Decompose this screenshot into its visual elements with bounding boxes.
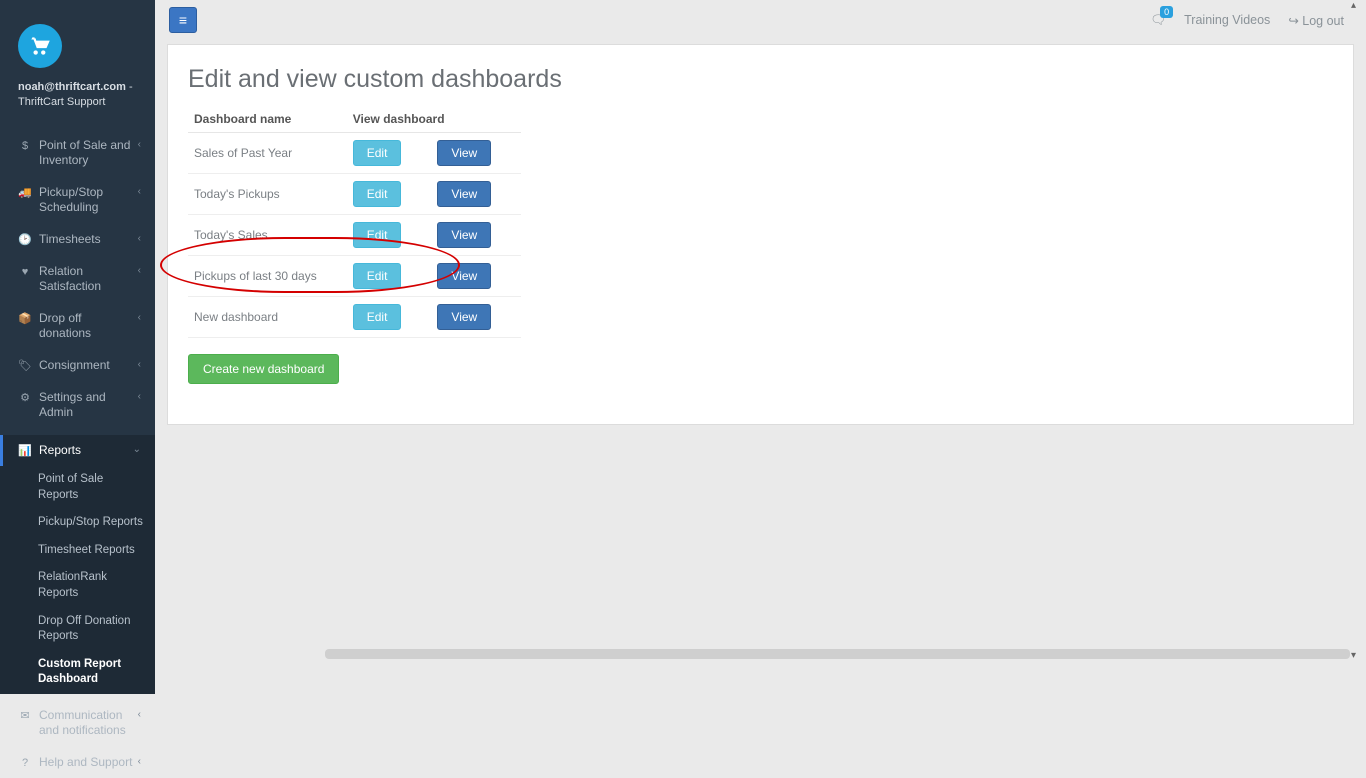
notif-badge: 0 bbox=[1160, 6, 1173, 18]
edit-button[interactable]: Edit bbox=[353, 263, 402, 289]
chevron-left-icon: ‹ bbox=[138, 358, 141, 371]
dashboard-name-cell: Today's Sales bbox=[188, 215, 347, 256]
page-title: Edit and view custom dashboards bbox=[188, 65, 1333, 94]
dollar-icon: $ bbox=[18, 139, 32, 153]
view-button[interactable]: View bbox=[437, 140, 491, 166]
nav-settings[interactable]: ⚙ Settings and Admin ‹ bbox=[0, 382, 155, 429]
nav-pos[interactable]: $ Point of Sale and Inventory ‹ bbox=[0, 130, 155, 177]
subnav-relationrank-reports[interactable]: RelationRank Reports bbox=[0, 564, 155, 607]
user-role: ThriftCart Support bbox=[18, 96, 105, 108]
chevron-left-icon: ‹ bbox=[138, 232, 141, 245]
nav-label: Settings and Admin bbox=[39, 390, 134, 421]
col-dashboard-name: Dashboard name bbox=[188, 106, 347, 133]
reports-subnav: Point of Sale Reports Pickup/Stop Report… bbox=[0, 466, 155, 693]
nav-label: Timesheets bbox=[39, 232, 134, 248]
nav-label: Relation Satisfaction bbox=[39, 264, 134, 295]
nav-label: Reports bbox=[39, 443, 129, 459]
nav-label: Help and Support bbox=[39, 755, 134, 771]
nav-label: Point of Sale and Inventory bbox=[39, 138, 134, 169]
table-row: Pickups of last 30 days Edit View bbox=[188, 256, 521, 297]
nav-label: Communication and notifications bbox=[39, 708, 134, 739]
clock-icon: 🕑 bbox=[18, 233, 32, 247]
heart-icon: ♥ bbox=[18, 265, 32, 279]
dashboard-name-cell: Pickups of last 30 days bbox=[188, 256, 347, 297]
col-view-dashboard: View dashboard bbox=[347, 106, 521, 133]
sidebar: noah@thriftcart.com - ThriftCart Support… bbox=[0, 0, 155, 661]
table-row: Today's Pickups Edit View bbox=[188, 174, 521, 215]
chevron-left-icon: ‹ bbox=[138, 138, 141, 151]
dashboard-name-cell: Today's Pickups bbox=[188, 174, 347, 215]
nav-label: Drop off donations bbox=[39, 311, 134, 342]
subnav-timesheet-reports[interactable]: Timesheet Reports bbox=[0, 537, 155, 565]
tag-icon: 🏷 bbox=[18, 359, 32, 373]
chevron-left-icon: ‹ bbox=[138, 264, 141, 277]
subnav-custom-dashboard[interactable]: Custom Report Dashboard bbox=[0, 651, 155, 694]
chevron-left-icon: ‹ bbox=[138, 755, 141, 768]
chart-icon: 📊 bbox=[18, 444, 32, 458]
nav-consignment[interactable]: 🏷 Consignment ‹ bbox=[0, 350, 155, 382]
table-row: New dashboard Edit View bbox=[188, 297, 521, 338]
logo-icon bbox=[18, 24, 62, 68]
view-button[interactable]: View bbox=[437, 181, 491, 207]
chevron-left-icon: ‹ bbox=[138, 185, 141, 198]
subnav-pickup-reports[interactable]: Pickup/Stop Reports bbox=[0, 509, 155, 537]
box-icon: 📦 bbox=[18, 312, 32, 326]
nav: $ Point of Sale and Inventory ‹ 🚚 Pickup… bbox=[0, 130, 155, 778]
nav-reports[interactable]: 📊 Reports ⌄ bbox=[0, 435, 155, 467]
main: ≡ 🗨 0 Training Videos ↪ Log out Edit and… bbox=[155, 0, 1366, 661]
edit-button[interactable]: Edit bbox=[353, 140, 402, 166]
nav-relation[interactable]: ♥ Relation Satisfaction ‹ bbox=[0, 256, 155, 303]
topbar-right: 🗨 0 Training Videos ↪ Log out bbox=[1150, 13, 1344, 28]
nav-label: Consignment bbox=[39, 358, 134, 374]
dashboards-table: Dashboard name View dashboard Sales of P… bbox=[188, 106, 521, 338]
chevron-down-icon: ⌄ bbox=[133, 443, 141, 456]
truck-icon: 🚚 bbox=[18, 186, 32, 200]
help-icon: ? bbox=[18, 756, 32, 770]
user-email: noah@thriftcart.com bbox=[18, 81, 126, 93]
dashboard-name-cell: New dashboard bbox=[188, 297, 347, 338]
nav-communication[interactable]: ✉ Communication and notifications ‹ bbox=[0, 700, 155, 747]
edit-button[interactable]: Edit bbox=[353, 222, 402, 248]
nav-pickup[interactable]: 🚚 Pickup/Stop Scheduling ‹ bbox=[0, 177, 155, 224]
table-row: Sales of Past Year Edit View bbox=[188, 133, 521, 174]
training-videos-link[interactable]: Training Videos bbox=[1184, 13, 1270, 27]
content-card: Edit and view custom dashboards Dashboar… bbox=[167, 44, 1354, 425]
logo-block bbox=[0, 0, 155, 76]
nav-dropoff[interactable]: 📦 Drop off donations ‹ bbox=[0, 303, 155, 350]
edit-button[interactable]: Edit bbox=[353, 304, 402, 330]
subnav-pos-reports[interactable]: Point of Sale Reports bbox=[0, 466, 155, 509]
nav-timesheets[interactable]: 🕑 Timesheets ‹ bbox=[0, 224, 155, 256]
view-button[interactable]: View bbox=[437, 304, 491, 330]
logout-label: Log out bbox=[1302, 14, 1344, 28]
view-button[interactable]: View bbox=[437, 263, 491, 289]
subnav-dropoff-reports[interactable]: Drop Off Donation Reports bbox=[0, 608, 155, 651]
nav-help[interactable]: ? Help and Support ‹ bbox=[0, 747, 155, 778]
horizontal-scrollbar[interactable] bbox=[325, 649, 1350, 659]
mail-icon: ✉ bbox=[18, 709, 32, 723]
table-row: Today's Sales Edit View bbox=[188, 215, 521, 256]
logout-icon: ↪ bbox=[1288, 14, 1298, 28]
chevron-left-icon: ‹ bbox=[138, 708, 141, 721]
menu-toggle-button[interactable]: ≡ bbox=[169, 7, 197, 33]
user-info: noah@thriftcart.com - ThriftCart Support bbox=[0, 76, 155, 120]
topbar: ≡ 🗨 0 Training Videos ↪ Log out bbox=[155, 0, 1366, 40]
chevron-left-icon: ‹ bbox=[138, 311, 141, 324]
edit-button[interactable]: Edit bbox=[353, 181, 402, 207]
chevron-left-icon: ‹ bbox=[138, 390, 141, 403]
logout-link[interactable]: ↪ Log out bbox=[1288, 13, 1344, 28]
view-button[interactable]: View bbox=[437, 222, 491, 248]
notifications-button[interactable]: 🗨 0 bbox=[1150, 13, 1166, 28]
nav-label: Pickup/Stop Scheduling bbox=[39, 185, 134, 216]
dashboard-name-cell: Sales of Past Year bbox=[188, 133, 347, 174]
create-dashboard-button[interactable]: Create new dashboard bbox=[188, 354, 339, 384]
gear-icon: ⚙ bbox=[18, 391, 32, 405]
